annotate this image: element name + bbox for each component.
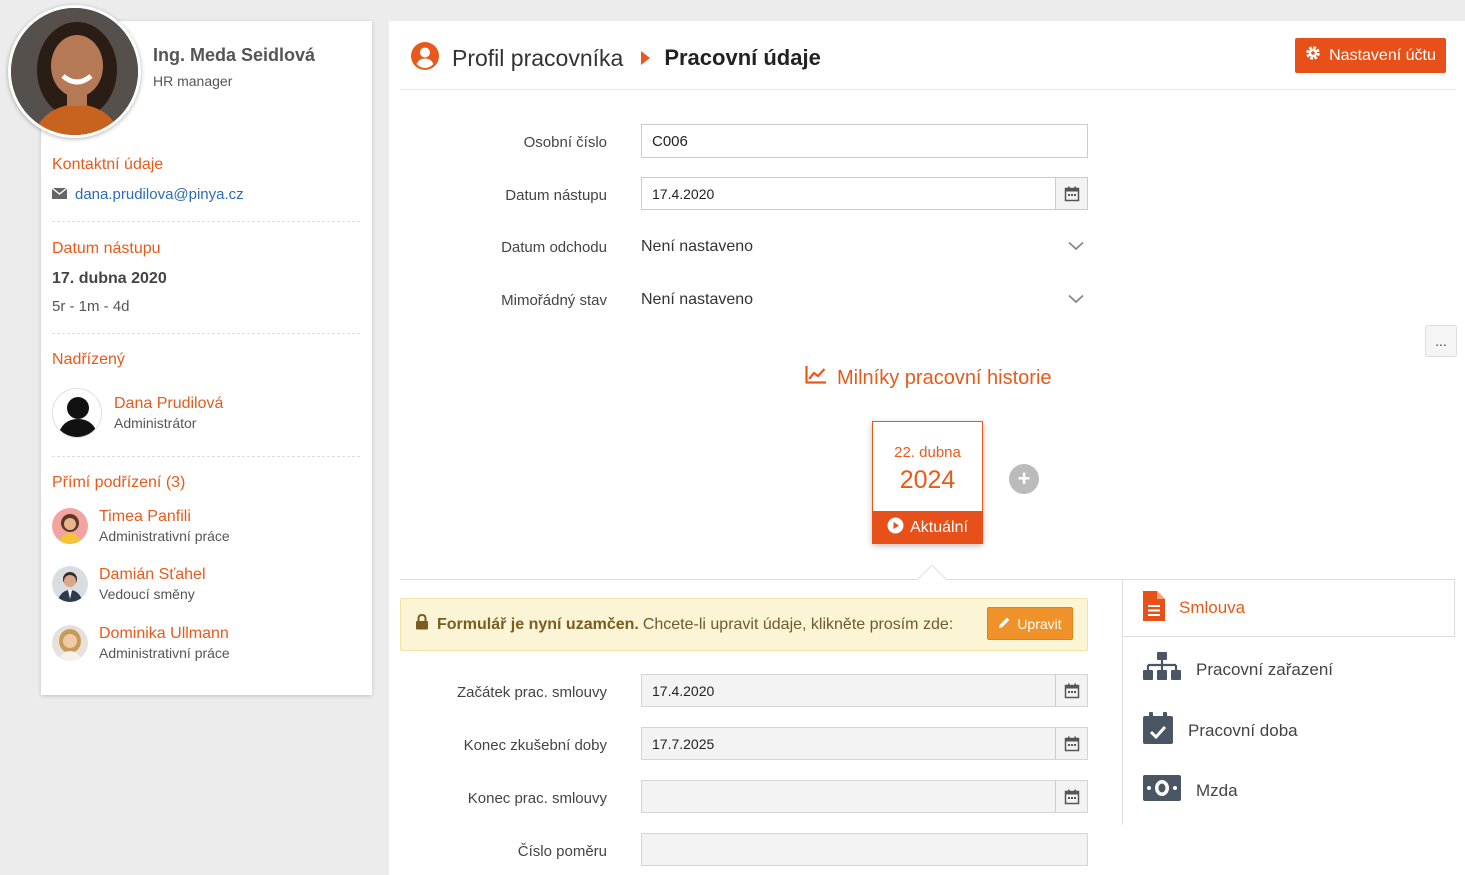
start-title: Datum nástupu [52,240,161,257]
contract-start-value: 17.4.2020 [652,682,715,699]
account-settings-label: Nastavení účtu [1329,46,1436,64]
milestone-status-label: Aktuální [910,518,968,536]
supervisor-title: Nadřízený [52,351,125,368]
tab-salary[interactable]: Mzda [1143,775,1238,806]
profile-role: HR manager [153,73,233,89]
start-date-value: 17.4.2020 [652,185,715,202]
page-title: Pracovní údaje [664,45,821,70]
milestone-card[interactable]: 22. dubna 2024 Aktuální [872,421,983,544]
contact-title: Kontaktní údaje [52,156,164,173]
tab-salary-label: Mzda [1196,780,1238,800]
profile-name: Ing. Meda Seidlová [153,45,316,65]
edit-label: Upravit [1017,615,1062,632]
personal-number-value: C006 [652,132,688,150]
contract-start-label: Začátek prac. smlouvy [456,684,607,701]
subordinate-name[interactable]: Damián Sťahel [99,566,206,584]
subordinate-item[interactable]: Damián Sťahel Vedoucí směny [52,566,206,602]
subordinate-avatar [52,625,88,661]
edit-button[interactable]: Upravit [987,607,1073,640]
supervisor-role: Administrátor [114,415,197,431]
subordinates-title: Přímí podřízení (3) [52,474,186,491]
contract-end-label: Konec prac. smlouvy [467,790,607,807]
tab-position[interactable]: Pracovní zařazení [1143,652,1333,687]
calendar-icon[interactable] [1055,178,1087,209]
lock-notice-bold: Formulář je nyní uzamčen. [437,615,639,633]
milestones-title-text: Milníky pracovní historie [837,366,1052,389]
milestone-year: 2024 [899,466,956,494]
probation-end-label: Konec zkušební doby [463,737,607,754]
leave-date-label: Datum odchodu [501,239,607,256]
special-status-value: Není nastaveno [641,291,754,308]
play-circle-icon [887,517,904,539]
supervisor-avatar [52,388,102,438]
calendar-icon[interactable] [1055,781,1087,812]
gear-icon [1305,45,1321,66]
tab-position-label: Pracovní zařazení [1196,659,1334,679]
special-status-select[interactable]: Není nastaveno [641,285,1088,315]
milestone-day: 22. dubna [894,444,961,461]
calendar-icon[interactable] [1055,728,1087,759]
email-text: dana.prudilova@pinya.cz [75,186,244,203]
timeline-pointer [916,564,946,580]
profile-avatar [8,5,141,138]
org-chart-icon [1143,652,1181,687]
pencil-icon [998,616,1011,632]
subordinate-avatar [52,508,88,544]
leave-date-select[interactable]: Není nastaveno [641,232,1088,262]
start-date-label: Datum nástupu [505,187,607,204]
subordinate-item[interactable]: Timea Panfili Administrativní práce [52,508,230,544]
tab-working-hours-label: Pracovní doba [1188,720,1298,740]
tab-contract[interactable]: Smlouva [1122,580,1455,637]
relation-number-input[interactable] [641,833,1088,866]
calendar-icon[interactable] [1055,675,1087,706]
envelope-icon [51,186,68,203]
probation-end-value: 17.7.2025 [652,735,715,752]
subordinate-name[interactable]: Dominika Ullmann [99,625,230,643]
supervisor-name[interactable]: Dana Prudilová [114,395,223,413]
leave-date-value: Není nastaveno [641,238,754,255]
lock-icon [415,613,429,635]
contract-start-input[interactable]: 17.4.2020 [641,674,1088,707]
divider [400,89,1456,90]
tab-contract-label: Smlouva [1179,598,1246,617]
caret-right-icon [641,51,651,65]
subordinate-role: Administrativní práce [99,645,230,661]
breadcrumb: Profil pracovníka Pracovní údaje [410,40,821,76]
milestone-status: Aktuální [872,511,983,544]
subordinate-item[interactable]: Dominika Ullmann Administrativní práce [52,625,230,661]
personal-number-input[interactable]: C006 [641,124,1088,158]
contract-end-input[interactable] [641,780,1088,813]
email-link[interactable]: dana.prudilova@pinya.cz [51,186,244,203]
document-icon [1143,590,1165,626]
chevron-down-icon [1068,238,1084,256]
subordinate-role: Administrativní práce [99,528,230,544]
calendar-check-icon [1143,712,1173,749]
divider [52,333,360,334]
supervisor[interactable]: Dana Prudilová Administrátor [52,388,223,438]
milestones-title: Milníky pracovní historie [805,366,1052,390]
subordinate-name[interactable]: Timea Panfili [99,508,230,526]
start-date: 17. dubna 2020 [52,270,167,287]
probation-end-input[interactable]: 17.7.2025 [641,727,1088,760]
subordinate-avatar [52,566,88,602]
more-options-button[interactable]: ... [1425,325,1457,357]
divider [52,221,360,222]
relation-number-label: Číslo poměru [517,843,607,860]
personal-number-label: Osobní číslo [523,134,607,151]
lock-notice: Formulář je nyní uzamčen. Chcete-li upra… [400,598,1088,651]
special-status-label: Mimořádný stav [501,292,607,309]
account-settings-button[interactable]: Nastavení účtu [1295,38,1446,73]
tab-working-hours[interactable]: Pracovní doba [1143,712,1298,749]
subordinate-role: Vedoucí směny [99,586,195,602]
money-bill-icon [1143,775,1181,806]
chevron-down-icon [1068,291,1084,309]
lock-notice-text: Chcete-li upravit údaje, klikněte prosím… [642,615,954,633]
tenure: 5r - 1m - 4d [52,298,130,315]
user-circle-icon [410,41,440,76]
line-chart-icon [805,366,827,390]
divider [52,456,360,457]
breadcrumb-parent[interactable]: Profil pracovníka [452,45,623,72]
add-milestone-button[interactable]: + [1009,464,1039,494]
start-date-input[interactable]: 17.4.2020 [641,177,1088,210]
